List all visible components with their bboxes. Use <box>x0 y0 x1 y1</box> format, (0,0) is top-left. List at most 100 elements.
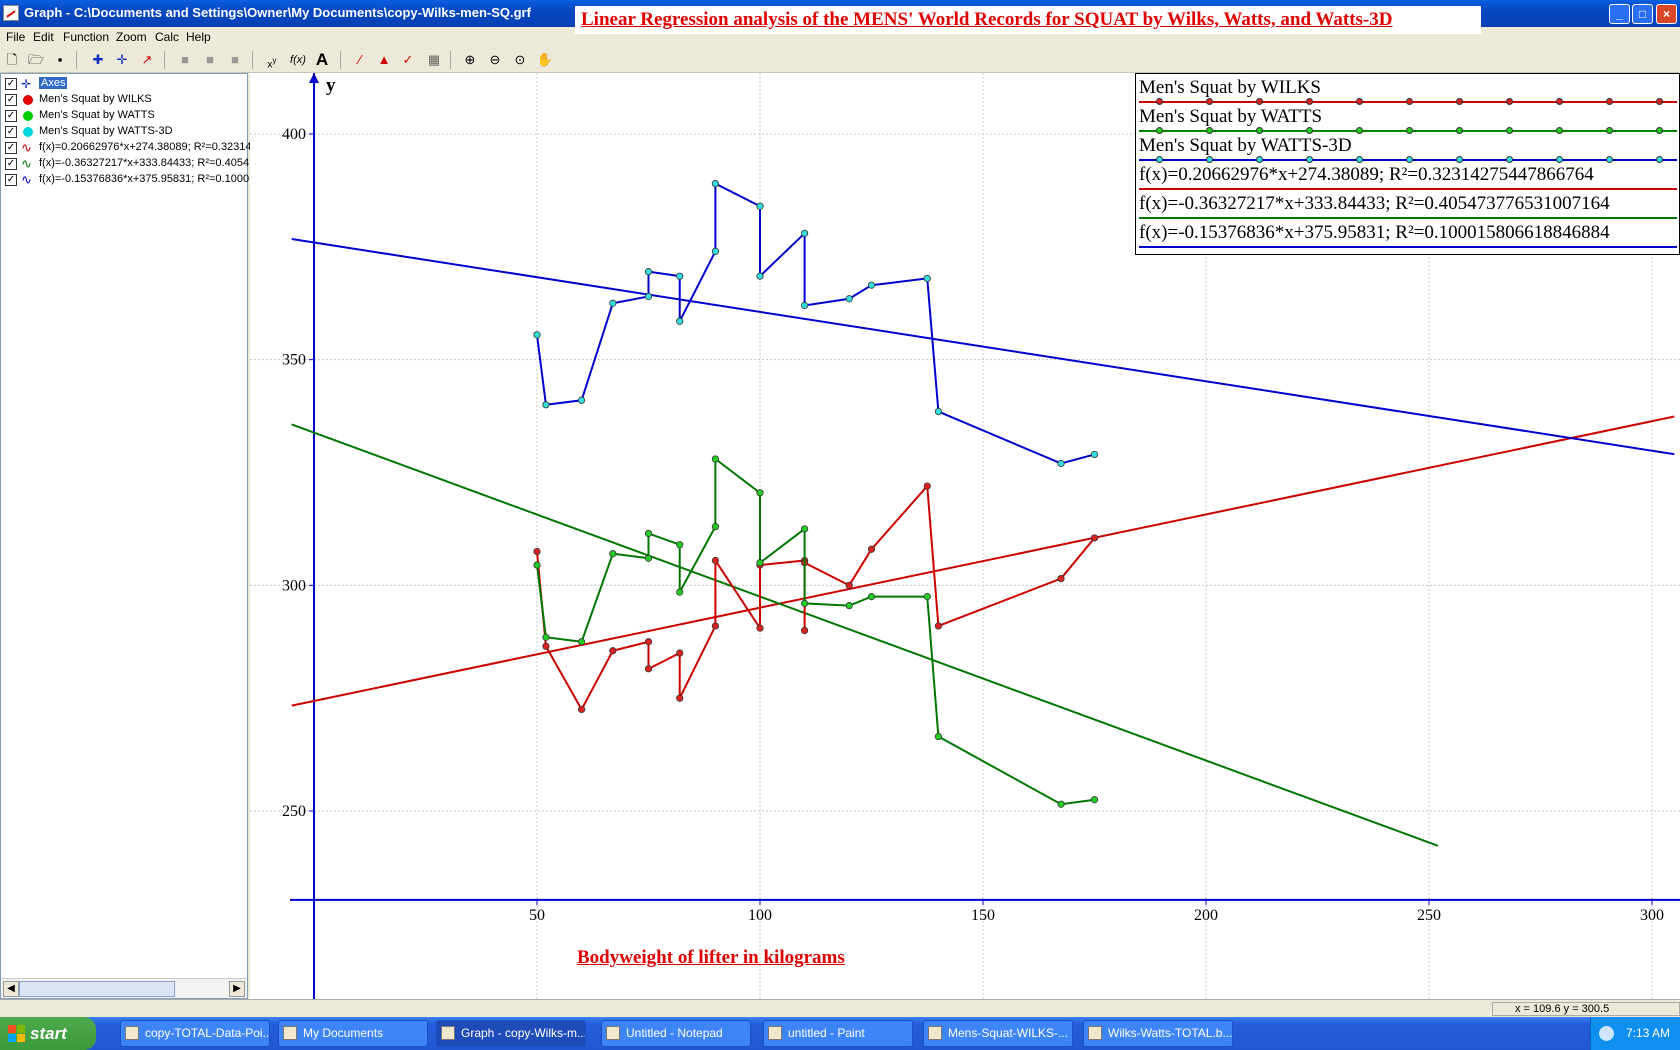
task-button[interactable]: Wilks-Watts-TOTAL.b... <box>1083 1020 1233 1047</box>
task-button[interactable]: Untitled - Notepad <box>601 1020 751 1047</box>
data-point <box>676 588 684 596</box>
data-point <box>1057 800 1065 808</box>
insert-points-icon[interactable]: ↗ <box>137 50 157 70</box>
graph-window: Graph - C:\Documents and Settings\Owner\… <box>0 0 1680 1050</box>
checkbox[interactable]: ✓ <box>5 94 17 106</box>
windows-logo-icon <box>8 1025 25 1042</box>
task-button-active[interactable]: Graph - copy-Wilks-m... <box>436 1020 586 1047</box>
x-tick-label: 50 <box>529 907 545 924</box>
legend-label: f(x)=0.20662976*x+274.38089; R²=0.323142… <box>1139 164 1594 185</box>
task-button[interactable]: My Documents <box>278 1020 428 1047</box>
scroll-right-icon[interactable]: ▶ <box>229 981 245 997</box>
data-point <box>867 545 876 553</box>
task-button[interactable]: untitled - Paint <box>763 1020 913 1047</box>
legend-label: Men's Squat by WATTS-3D <box>1139 135 1352 156</box>
paint-icon <box>1088 1026 1102 1040</box>
task-button[interactable]: copy-TOTAL-Data-Poi... <box>120 1020 270 1047</box>
data-point <box>800 229 809 237</box>
tangent-icon[interactable]: ✓ <box>398 50 418 70</box>
insert-function-icon[interactable]: ✛ <box>112 50 132 70</box>
network-icon[interactable] <box>1599 1026 1614 1041</box>
data-point <box>533 547 541 556</box>
legend-label: f(x)=-0.36327217*x+333.84433; R²=0.40547… <box>1139 193 1610 214</box>
red-curve-icon: ∿ <box>21 140 32 155</box>
data-point <box>845 581 853 589</box>
cyan-dot-icon <box>23 127 33 137</box>
x-tick-label: 150 <box>971 907 995 924</box>
checkbox[interactable]: ✓ <box>5 142 17 154</box>
menu-function[interactable]: Function <box>63 30 109 44</box>
legend-marker <box>1556 127 1563 134</box>
text-icon[interactable]: A <box>312 50 332 70</box>
legend-marker <box>1506 156 1513 163</box>
data-point <box>711 556 719 565</box>
legend-marker <box>1206 156 1213 163</box>
axes-icon: ✛ <box>21 77 32 91</box>
legend-marker <box>1306 98 1313 105</box>
task-label: Graph - copy-Wilks-m... <box>461 1026 586 1040</box>
data-point <box>1090 796 1099 804</box>
task-button[interactable]: Mens-Squat-WILKS-... <box>923 1020 1073 1047</box>
x-axis-caption: Bodyweight of lifter in kilograms <box>577 947 845 968</box>
task-label: Mens-Squat-WILKS-... <box>948 1026 1069 1040</box>
menu-file[interactable]: File <box>6 30 25 44</box>
legend-marker <box>1506 98 1513 105</box>
trendline-icon[interactable]: ∕ <box>350 50 370 70</box>
checkbox[interactable]: ✓ <box>5 78 17 90</box>
maximize-button[interactable]: □ <box>1632 4 1653 24</box>
zoom-fit-icon[interactable]: ⊙ <box>510 50 530 70</box>
document-icon <box>125 1026 139 1040</box>
task-label: copy-TOTAL-Data-Poi... <box>145 1026 270 1040</box>
title-bar[interactable]: Graph - C:\Documents and Settings\Owner\… <box>0 0 1680 34</box>
data-point <box>756 202 764 210</box>
minimize-button[interactable]: _ <box>1609 4 1630 24</box>
start-button[interactable]: start <box>0 1017 96 1050</box>
y-axis-label: y <box>326 75 336 96</box>
hand-icon[interactable]: ✋ <box>535 50 555 70</box>
series-line <box>536 182 1095 465</box>
close-button[interactable]: × <box>1656 4 1677 24</box>
insert-axes-icon[interactable]: ✚ <box>88 50 108 70</box>
menu-zoom[interactable]: Zoom <box>116 30 147 44</box>
fx-icon[interactable]: f(x) <box>288 50 308 70</box>
data-point <box>711 523 719 531</box>
zoom-in-icon[interactable]: ⊕ <box>460 50 480 70</box>
legend-marker <box>1256 98 1263 105</box>
legend-marker <box>1506 127 1513 134</box>
menu-calc[interactable]: Calc <box>155 30 179 44</box>
table-icon[interactable]: ▦ <box>424 50 444 70</box>
horizontal-scrollbar[interactable]: ◀ ▶ <box>1 978 247 998</box>
checkbox[interactable]: ✓ <box>5 158 17 170</box>
legend-marker <box>1656 98 1663 105</box>
legend-entry: f(x)=-0.36327217*x+333.84433; R²=0.40547… <box>1136 192 1680 221</box>
list-item-label: f(x)=-0.15376836*x+375.95831; R²=0.1000 <box>39 173 250 185</box>
data-point <box>1057 574 1065 583</box>
legend-marker <box>1156 156 1163 163</box>
shade-icon[interactable]: ▲ <box>374 50 394 70</box>
open-folder-icon[interactable]: 🗁 <box>26 50 46 70</box>
series-line <box>536 456 1095 806</box>
taskbar: start copy-TOTAL-Data-Poi... My Document… <box>0 1017 1680 1050</box>
checkbox[interactable]: ✓ <box>5 110 17 122</box>
blue-curve-icon: ∿ <box>21 172 32 187</box>
list-item-label: Men's Squat by WATTS-3D <box>39 125 173 137</box>
save-icon[interactable]: ▪ <box>50 50 70 70</box>
legend-marker <box>1156 127 1163 134</box>
task-label: Untitled - Notepad <box>626 1026 723 1040</box>
checkbox[interactable]: ✓ <box>5 174 17 186</box>
title-banner: Linear Regression analysis of the MENS' … <box>575 6 1481 34</box>
zoom-out-icon[interactable]: ⊖ <box>485 50 505 70</box>
banner-text: Linear Regression analysis of the MENS' … <box>581 9 1393 30</box>
new-file-icon[interactable]: 🗋 <box>2 50 22 70</box>
scrollbar-thumb[interactable] <box>19 981 175 997</box>
graph-plot-area[interactable]: y 50 100 150 200 250 300 250 300 350 400 Men's Squ… <box>250 73 1680 999</box>
parametric-icon[interactable]: xy <box>262 50 282 70</box>
menu-edit[interactable]: Edit <box>33 30 54 44</box>
scroll-left-icon[interactable]: ◀ <box>3 981 19 997</box>
list-item-label: f(x)=0.20662976*x+274.38089; R²=0.32314 <box>39 141 252 153</box>
legend-marker <box>1456 98 1463 105</box>
checkbox[interactable]: ✓ <box>5 126 17 138</box>
menu-help[interactable]: Help <box>186 30 211 44</box>
data-point <box>542 642 550 650</box>
legend-marker <box>1606 127 1613 134</box>
